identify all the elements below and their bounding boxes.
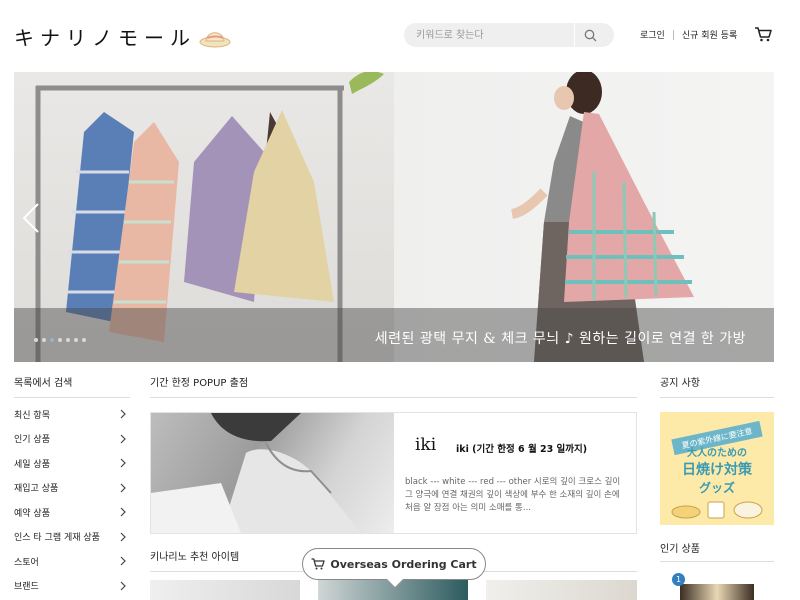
straw-hat-icon: [199, 31, 231, 47]
popular-product-thumbnail[interactable]: [680, 584, 754, 600]
search-box: [404, 23, 614, 47]
main-content: 기간 한정 POPUP 출점 iki iki (기간 한정 6 월 23 일까지…: [150, 374, 637, 600]
popup-brand-logo: iki: [415, 435, 437, 455]
hero-carousel[interactable]: 세련된 광택 무지 & 체크 무늬 ♪ 원하는 길이로 연결 한 가방: [14, 72, 774, 362]
chevron-right-icon: [120, 556, 126, 566]
popup-photo: [151, 413, 394, 533]
sidebar-item-label: 스토어: [14, 557, 39, 568]
cart-icon: [311, 558, 326, 570]
sidebar-item-latest[interactable]: 최신 항목: [14, 402, 130, 427]
sidebar-item-brand[interactable]: 브랜드: [14, 574, 130, 599]
overseas-cart-button[interactable]: Overseas Ordering Cart: [302, 548, 486, 589]
sidebar-item-label: 인기 상품: [14, 435, 50, 446]
banner-line-1: 大人のための: [687, 448, 747, 459]
link-separator: [672, 29, 674, 40]
sidebar-item-popular[interactable]: 인기 상품: [14, 427, 130, 452]
login-link[interactable]: 로그인: [640, 28, 665, 41]
chevron-right-icon: [120, 581, 126, 591]
sidebar-item-reservation[interactable]: 예약 상품: [14, 500, 130, 525]
popular-section-title: 인기 상품: [660, 540, 774, 562]
sidebar-item-label: 세일 상품: [14, 459, 50, 470]
carousel-indicators: [34, 338, 86, 342]
popup-section-title: 기간 한정 POPUP 출점: [150, 374, 637, 398]
sidebar-item-restock[interactable]: 재입고 상품: [14, 476, 130, 501]
category-sidebar: 목록에서 검색 최신 항목 인기 상품 세일 상품 재입고 상품 예약 상품 인…: [14, 374, 130, 598]
carousel-dot[interactable]: [58, 338, 62, 342]
signup-link[interactable]: 신규 회원 등록: [682, 28, 737, 41]
sidebar-list: 최신 항목 인기 상품 세일 상품 재입고 상품 예약 상품 인스 타 그램 게…: [14, 398, 130, 598]
carousel-dot[interactable]: [66, 338, 70, 342]
header-links: 로그인 신규 회원 등록: [640, 28, 737, 41]
notice-banner[interactable]: 夏の紫外線に要注意 大人のための 日焼け対策 グッズ: [660, 412, 774, 525]
popup-description: black --- white --- red --- other 시로의 깊이…: [405, 477, 621, 513]
chevron-right-icon: [120, 507, 126, 517]
search-icon[interactable]: [575, 23, 605, 47]
popup-title: iki (기간 한정 6 월 23 일까지): [456, 444, 588, 455]
right-column: 공지 사항 夏の紫外線に要注意 大人のための 日焼け対策 グッズ 인기 상품 1: [660, 374, 774, 600]
chevron-right-icon: [120, 434, 126, 444]
overseas-cart-label: Overseas Ordering Cart: [330, 557, 477, 571]
search-input[interactable]: [404, 23, 574, 47]
carousel-dot[interactable]: [34, 338, 38, 342]
chevron-right-icon: [120, 458, 126, 468]
popup-store-card[interactable]: iki iki (기간 한정 6 월 23 일까지) black --- whi…: [150, 412, 637, 534]
product-thumbnail[interactable]: [150, 580, 300, 600]
sidebar-item-label: 인스 타 그램 게재 상품: [14, 533, 100, 544]
chevron-left-icon[interactable]: [22, 202, 40, 234]
banner-line-2: 日焼け対策: [682, 462, 752, 478]
notice-section-title: 공지 사항: [660, 374, 774, 398]
sun-care-goods-illustration: [671, 501, 763, 519]
carousel-dot[interactable]: [42, 338, 46, 342]
site-header: キナリノモール 로그인 신규 회원 등록: [0, 0, 800, 72]
hero-caption: 세련된 광택 무지 & 체크 무늬 ♪ 원하는 길이로 연결 한 가방: [374, 331, 746, 347]
carousel-dot[interactable]: [82, 338, 86, 342]
site-logo[interactable]: キナリノモール: [14, 22, 232, 51]
cart-icon[interactable]: [754, 26, 772, 42]
sidebar-item-label: 최신 항목: [14, 410, 50, 421]
banner-line-3: グッズ: [698, 481, 735, 495]
sidebar-item-label: 브랜드: [14, 582, 39, 593]
sidebar-item-label: 재입고 상품: [14, 484, 59, 495]
chevron-right-icon: [120, 409, 126, 419]
logo-text: キナリノモール: [14, 26, 196, 50]
sidebar-item-store[interactable]: 스토어: [14, 549, 130, 574]
rank-badge: 1: [672, 573, 685, 586]
carousel-dot[interactable]: [74, 338, 78, 342]
carousel-dot[interactable]: [50, 338, 54, 342]
sidebar-title: 목록에서 검색: [14, 374, 130, 398]
chevron-right-icon: [120, 483, 126, 493]
sidebar-item-instagram[interactable]: 인스 타 그램 게재 상품: [14, 525, 130, 550]
product-thumbnail[interactable]: [486, 580, 637, 600]
sidebar-item-label: 예약 상품: [14, 508, 50, 519]
sidebar-item-sale[interactable]: 세일 상품: [14, 451, 130, 476]
chevron-right-icon: [120, 532, 126, 542]
